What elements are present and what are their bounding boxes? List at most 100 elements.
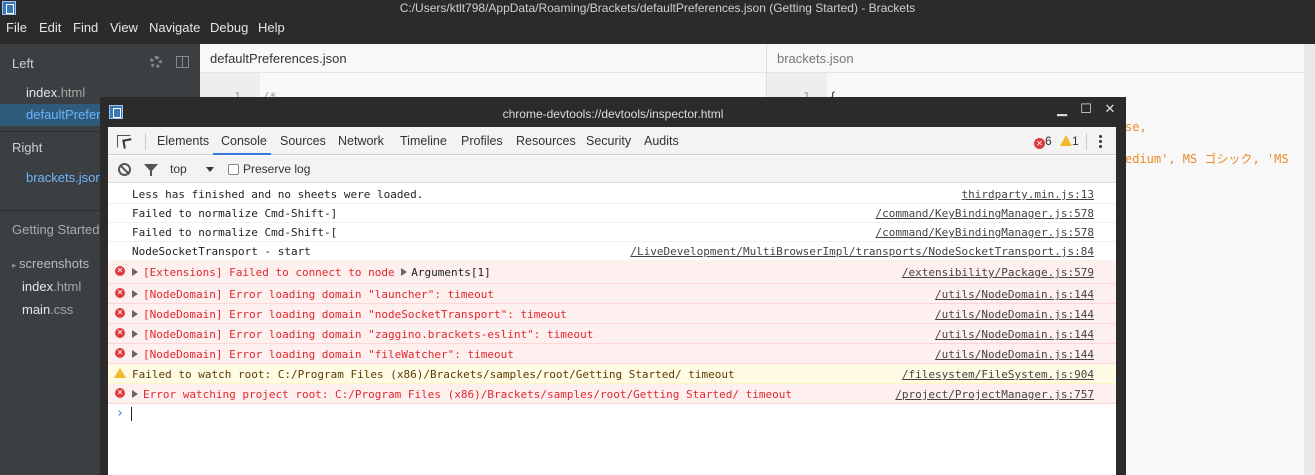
console-prompt-icon: › [116,406,124,421]
console-filterbar: top Preserve log [108,156,1116,183]
expand-triangle-icon[interactable] [132,290,138,298]
file-name: defaultPrefer [26,107,101,122]
menu-navigate[interactable]: Navigate [149,20,200,35]
split-view-icon[interactable] [176,56,189,68]
scrollbar[interactable] [1304,44,1315,475]
file-name: brackets.json [26,170,103,185]
devtools-title: chrome-devtools://devtools/inspector.htm… [502,107,724,121]
editor-tab-brackets-json[interactable]: brackets.json [777,51,854,66]
tab-timeline[interactable]: Timeline [400,134,447,148]
filter-icon[interactable] [144,164,158,176]
error-icon: ✕ [115,288,125,298]
source-link[interactable]: /utils/NodeDomain.js:144 [935,308,1094,321]
expand-triangle-icon[interactable] [401,268,408,276]
error-icon: ✕ [115,266,125,276]
tab-security[interactable]: Security [586,134,631,148]
warning-counter[interactable]: 1 [1060,134,1079,148]
warning-icon [114,368,126,378]
working-files-right-header: Right [12,140,43,155]
source-link[interactable]: /LiveDevelopment/MultiBrowserImpl/transp… [630,245,1094,258]
error-icon: ✕ [115,348,125,358]
arguments-object[interactable]: Arguments[1] [401,266,491,279]
source-link[interactable]: /utils/NodeDomain.js:144 [935,348,1094,361]
tab-audits[interactable]: Audits [644,134,679,148]
file-ext: .css [50,302,74,317]
devtools-scrollbar[interactable] [1116,127,1126,475]
menu-debug[interactable]: Debug [210,20,248,35]
more-options-icon[interactable] [1099,135,1102,150]
source-link[interactable]: thirdparty.min.js:13 [962,188,1094,201]
folder-name: screenshots [19,256,90,271]
tree-folder-screenshots[interactable]: ▸ screenshots [12,256,89,271]
tab-profiles[interactable]: Profiles [461,134,503,148]
message-text: [NodeDomain] Error loading domain "nodeS… [143,308,567,321]
menu-file[interactable]: File [6,20,27,35]
console-error: ✕ [Extensions] Failed to connect to node… [108,260,1116,284]
sidebar-file-index-html[interactable]: index.html [26,85,85,100]
sidebar-file-default-preferences[interactable]: defaultPrefer [26,107,100,122]
clear-console-icon[interactable] [118,163,131,176]
divider [200,72,766,73]
menu-view[interactable]: View [110,20,138,35]
message-text: [Extensions] Failed to connect to node A… [143,266,491,279]
source-link[interactable]: /utils/NodeDomain.js:144 [935,288,1094,301]
working-files-left-header: Left [12,56,34,71]
source-link[interactable]: /project/ProjectManager.js:757 [895,388,1094,401]
console-error: ✕ Error watching project root: C:/Progra… [108,384,1116,404]
console-message: Less has finished and no sheets were loa… [108,184,1116,204]
preserve-log-label[interactable]: Preserve log [243,162,310,176]
menu-find[interactable]: Find [73,20,98,35]
source-link[interactable]: /extensibility/Package.js:579 [902,266,1094,279]
message-text: [NodeDomain] Error loading domain "zaggi… [143,328,594,341]
expand-triangle-icon[interactable] [132,350,138,358]
devtools-window: chrome-devtools://devtools/inspector.htm… [100,97,1126,475]
sidebar-file-brackets-json[interactable]: brackets.json [26,170,103,185]
console-error: ✕ [NodeDomain] Error loading domain "lau… [108,284,1116,304]
expand-triangle-icon[interactable] [132,268,138,276]
chevron-down-icon[interactable] [206,167,214,172]
error-icon: ✕ [115,328,125,338]
divider [767,72,1315,73]
source-link[interactable]: /command/KeyBindingManager.js:578 [875,226,1094,239]
preserve-log-checkbox[interactable] [228,164,239,175]
tab-network[interactable]: Network [338,134,384,148]
chevron-right-icon: ▸ [12,260,20,270]
active-tab-indicator [213,153,271,155]
minimize-button[interactable]: ▁ [1052,99,1072,119]
file-name: index [22,279,54,294]
console-message: NodeSocketTransport - start /LiveDevelop… [108,241,1116,261]
menu-edit[interactable]: Edit [39,20,61,35]
source-link[interactable]: /utils/NodeDomain.js:144 [935,328,1094,341]
expand-triangle-icon[interactable] [132,310,138,318]
maximize-button[interactable]: ☐ [1076,99,1096,119]
file-ext: .html [53,279,82,294]
expand-triangle-icon[interactable] [132,330,138,338]
error-counter[interactable]: ✕ 6 [1034,134,1052,149]
error-icon: ✕ [1034,138,1045,149]
menu-help[interactable]: Help [258,20,285,35]
project-title[interactable]: Getting Started [12,222,99,237]
tab-sources[interactable]: Sources [280,134,326,148]
inspect-element-icon[interactable] [117,135,131,148]
editor-tab-default-preferences[interactable]: defaultPreferences.json [210,51,347,66]
message-text-main: [Extensions] Failed to connect to node [143,266,395,279]
expand-triangle-icon[interactable] [132,390,138,398]
console-error: ✕ [NodeDomain] Error loading domain "zag… [108,324,1116,344]
warning-icon [1060,135,1072,146]
arguments-label: Arguments[1] [411,266,491,279]
tab-resources[interactable]: Resources [516,134,576,148]
source-link[interactable]: /command/KeyBindingManager.js:578 [875,207,1094,220]
message-text: Failed to normalize Cmd-Shift-] [132,207,338,220]
gear-icon[interactable] [150,56,162,68]
tab-elements[interactable]: Elements [157,134,209,148]
tab-console[interactable]: Console [221,134,267,148]
tree-file-index-html[interactable]: index.html [22,279,81,294]
message-text: [NodeDomain] Error loading domain "launc… [143,288,494,301]
close-button[interactable]: ✕ [1100,99,1120,119]
file-name: main [22,302,51,317]
context-select[interactable]: top [170,162,187,176]
devtools-titlebar: chrome-devtools://devtools/inspector.htm… [100,97,1126,127]
source-link[interactable]: /filesystem/FileSystem.js:904 [902,368,1094,381]
tree-file-main-css[interactable]: main.css [22,302,73,317]
console-input[interactable] [131,407,132,421]
